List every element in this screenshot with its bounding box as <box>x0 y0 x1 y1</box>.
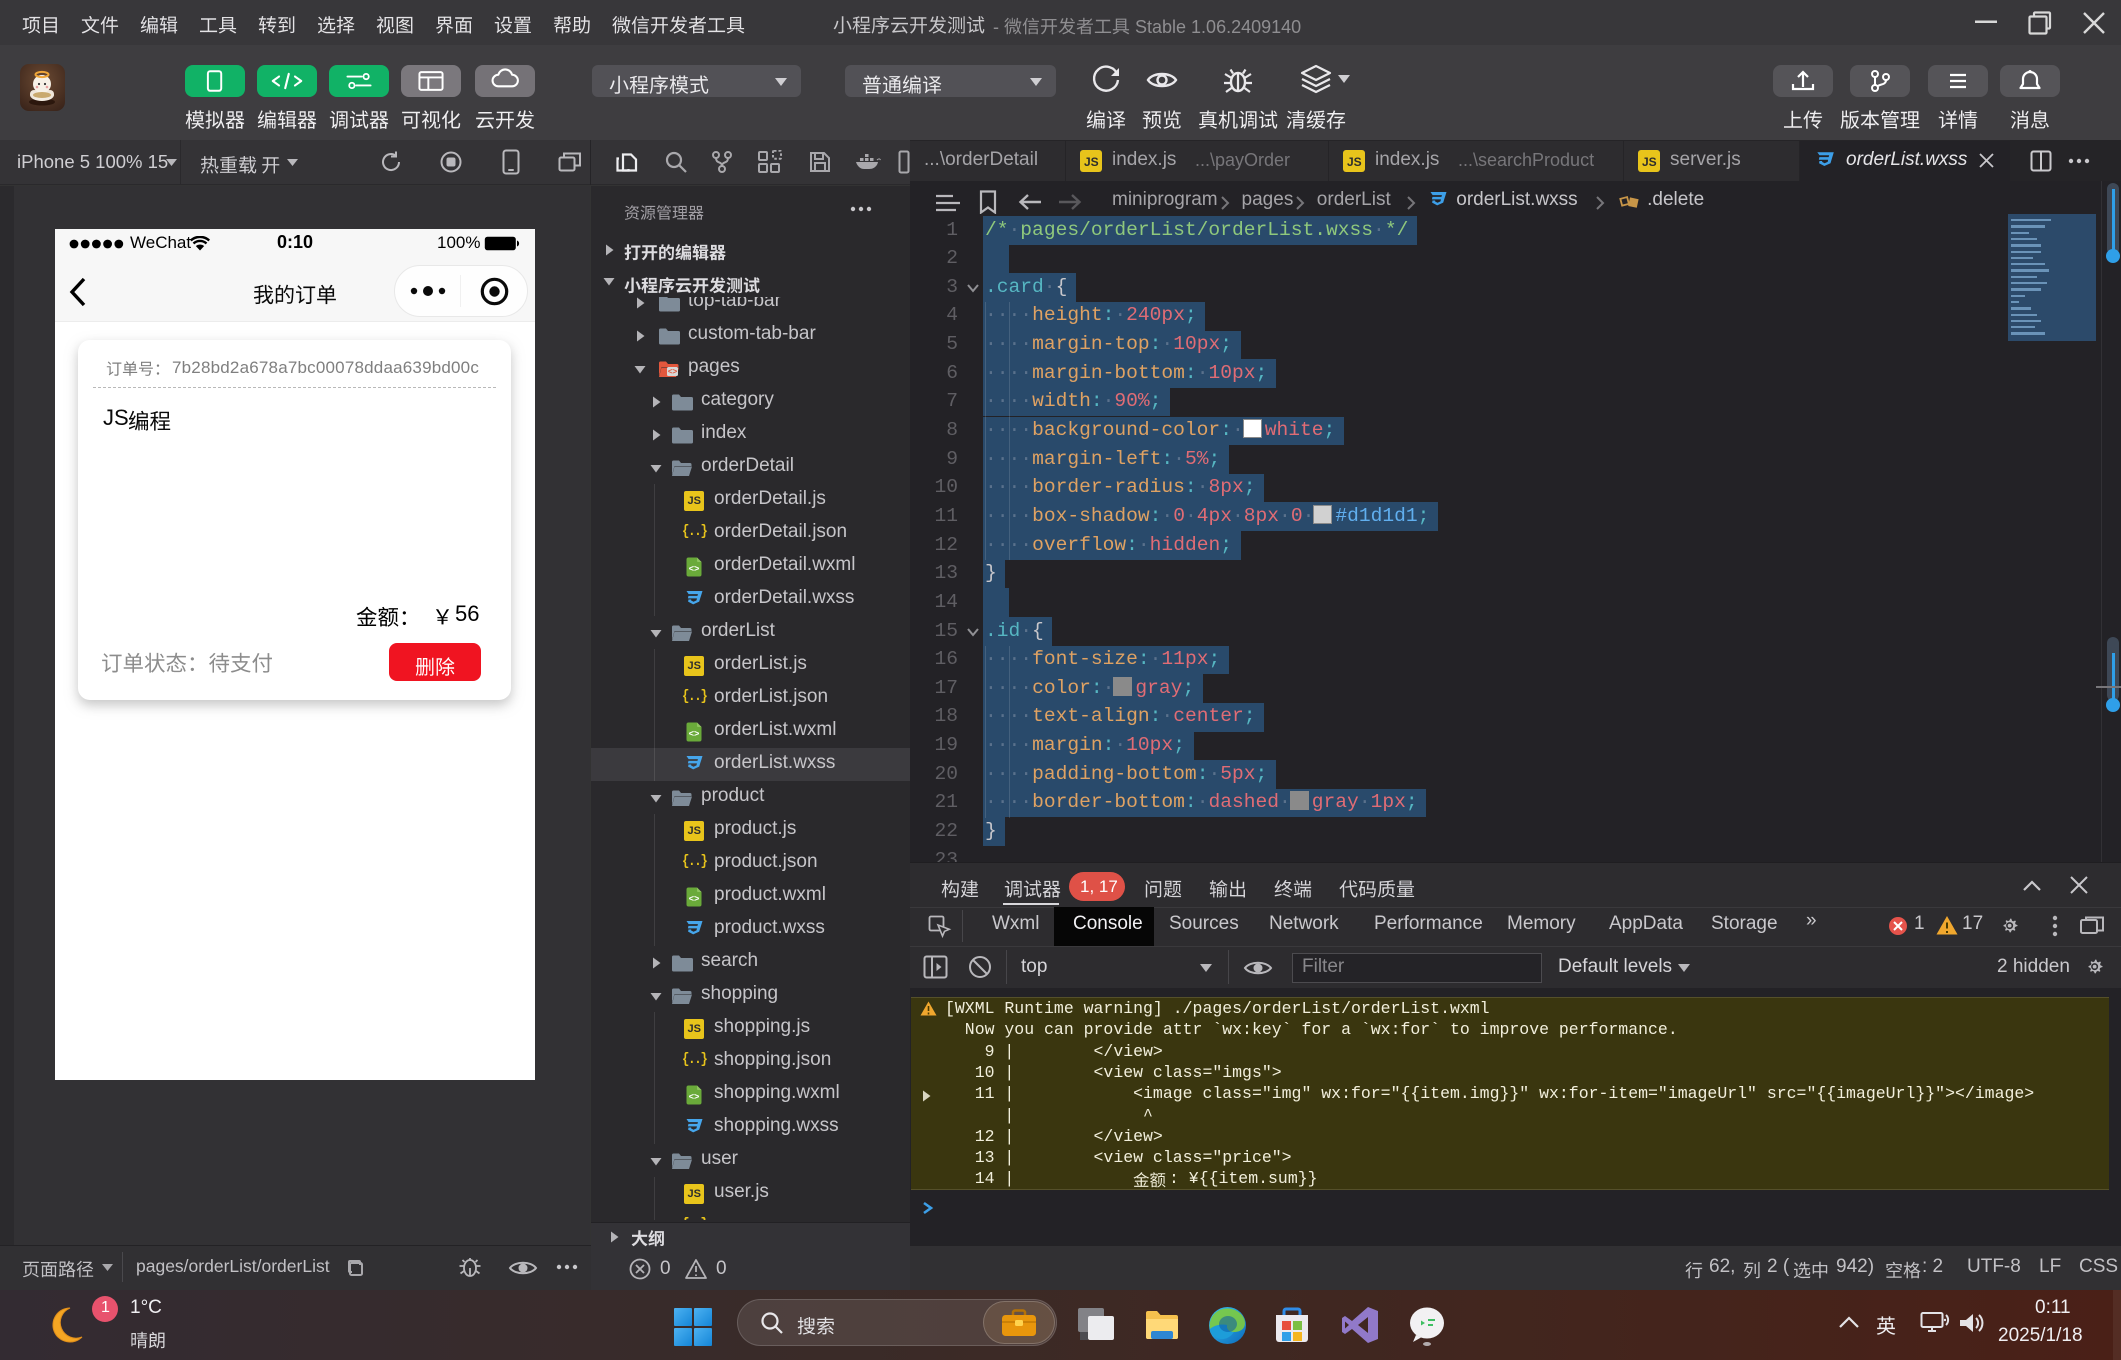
svg-text:<>: <> <box>689 895 700 905</box>
svg-text:<>: <> <box>689 1093 700 1103</box>
svg-text:<>: <> <box>689 565 700 575</box>
svg-text:<>: <> <box>689 730 700 740</box>
svg-text:<>: <> <box>668 367 678 376</box>
